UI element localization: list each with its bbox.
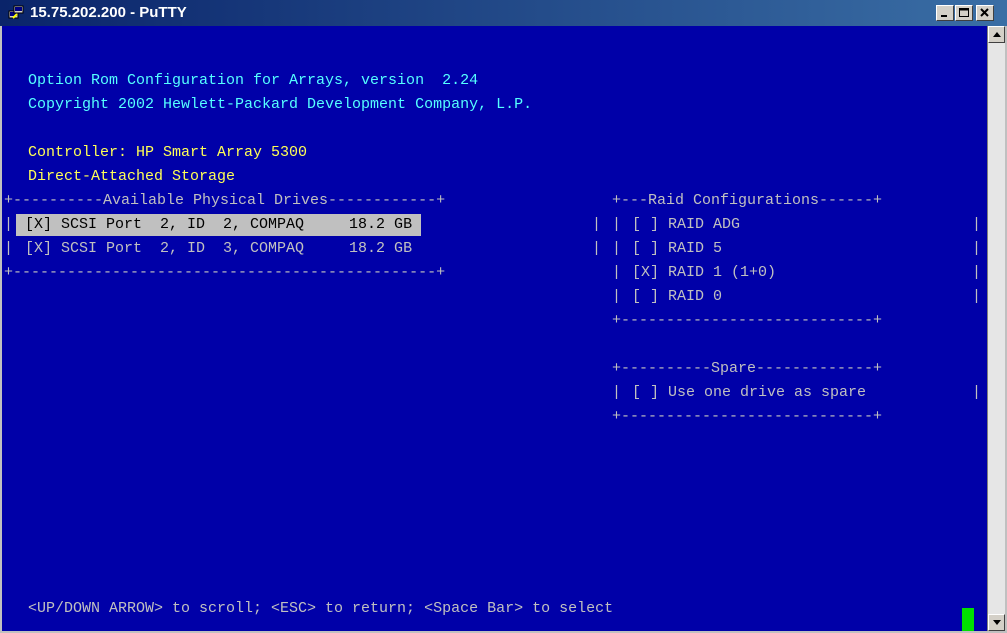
terminal-screen[interactable]: Option Rom Configuration for Arrays, ver… (2, 26, 987, 631)
controller-label: Controller: HP Smart Array 5300 (28, 144, 308, 161)
raid-option-adg[interactable]: [ ] RAID ADG (632, 213, 740, 237)
footer-help-text: <UP/DOWN ARROW> to scroll; <ESC> to retu… (28, 600, 614, 617)
close-icon (980, 8, 989, 17)
window-title: 15.75.202.200 - PuTTY (30, 4, 187, 21)
raid-panel-left-edge: | (612, 240, 622, 257)
raid-panel-right-edge: | (972, 264, 982, 281)
spare-panel-left-edge: | (612, 384, 622, 401)
window-titlebar[interactable]: 15.75.202.200 - PuTTY (0, 0, 1007, 26)
scroll-up-button[interactable] (988, 26, 1005, 43)
spare-option[interactable]: [ ] Use one drive as spare (632, 381, 866, 405)
raid-panel-top-border: +---Raid Configurations------+ (612, 192, 883, 209)
drives-panel-left-edge: | (4, 216, 14, 233)
maximize-icon (959, 8, 969, 17)
drives-panel-right-edge: | (592, 240, 602, 257)
drives-panel-left-edge: | (4, 240, 14, 257)
raid-panel-right-edge: | (972, 288, 982, 305)
header-line-copyright: Copyright 2002 Hewlett-Packard Developme… (28, 96, 533, 113)
drive-row-selected[interactable]: [X] SCSI Port 2, ID 2, COMPAQ 18.2 GB (16, 214, 422, 236)
raid-panel-bottom-border: +----------------------------+ (612, 312, 883, 329)
raid-panel-right-edge: | (972, 216, 982, 233)
drives-panel-bottom-border: +---------------------------------------… (4, 264, 446, 281)
spare-panel-right-edge: | (972, 384, 982, 401)
drive-row[interactable]: [X] SCSI Port 2, ID 3, COMPAQ 18.2 GB (16, 237, 421, 261)
arrow-down-icon (993, 620, 1001, 625)
maximize-button[interactable] (955, 5, 973, 21)
raid-option-1[interactable]: [X] RAID 1 (1+0) (632, 261, 776, 285)
raid-panel-left-edge: | (612, 288, 622, 305)
drives-panel-top-border: +----------Available Physical Drives----… (4, 192, 446, 209)
terminal-cursor (962, 608, 974, 631)
raid-panel-right-edge: | (972, 240, 982, 257)
scroll-down-button[interactable] (988, 614, 1005, 631)
raid-panel-left-edge: | (612, 264, 622, 281)
spare-panel-bottom-border: +----------------------------+ (612, 408, 883, 425)
drives-panel-right-edge: | (592, 216, 602, 233)
close-button[interactable] (976, 5, 994, 21)
vertical-scrollbar[interactable] (987, 26, 1005, 631)
raid-panel-left-edge: | (612, 216, 622, 233)
spare-panel-top-border: +----------Spare-------------+ (612, 360, 883, 377)
arrow-up-icon (993, 32, 1001, 37)
minimize-icon (941, 15, 947, 17)
header-line-version: Option Rom Configuration for Arrays, ver… (28, 72, 479, 89)
minimize-button[interactable] (936, 5, 954, 21)
storage-label: Direct-Attached Storage (28, 168, 236, 185)
raid-option-0[interactable]: [ ] RAID 0 (632, 285, 722, 309)
putty-icon (8, 5, 24, 19)
raid-option-5[interactable]: [ ] RAID 5 (632, 237, 722, 261)
